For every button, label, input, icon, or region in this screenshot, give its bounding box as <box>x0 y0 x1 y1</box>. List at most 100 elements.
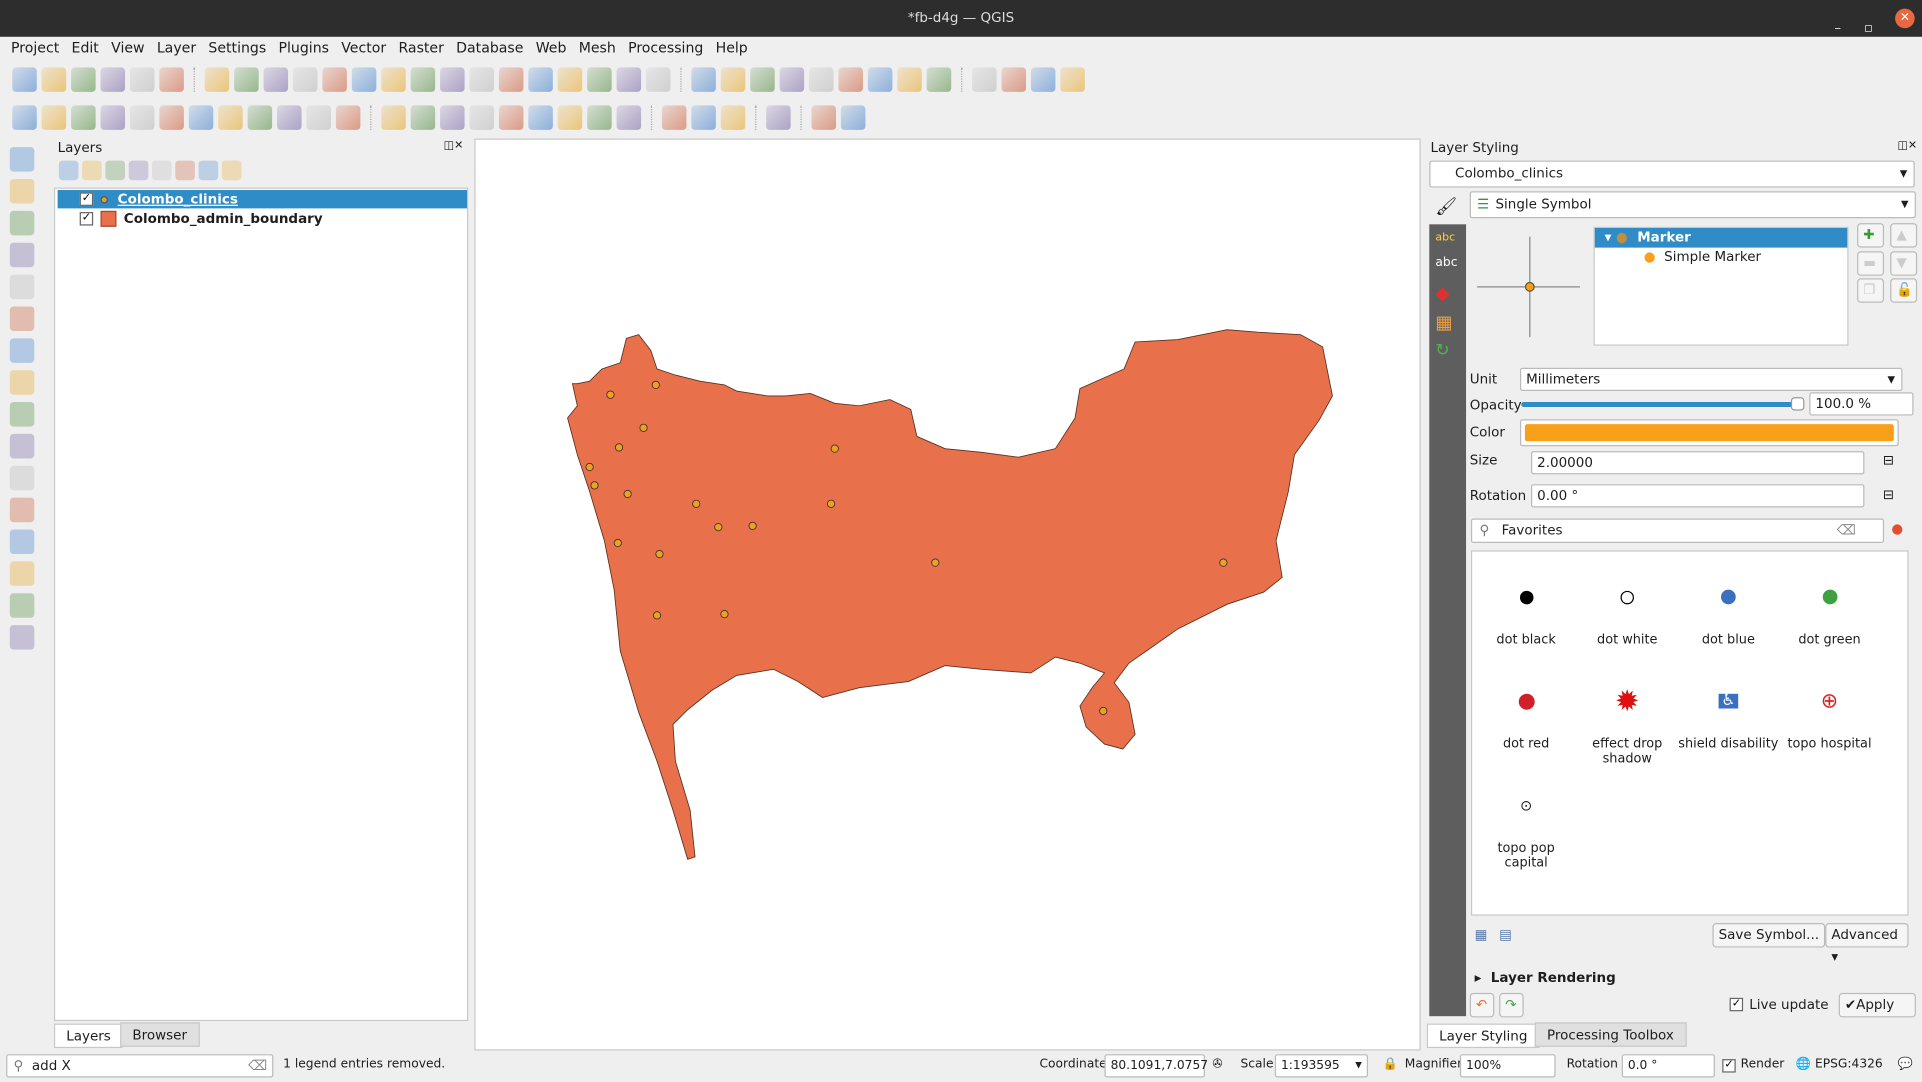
filter-legend-icon[interactable] <box>128 160 149 181</box>
duplicate-button[interactable]: ❐ <box>1857 278 1885 303</box>
map-rotation-input[interactable]: 0.0 ° <box>1621 1054 1715 1078</box>
opacity-slider[interactable] <box>1521 402 1801 407</box>
data-defined-override-icon[interactable]: ⊟ <box>1883 487 1894 503</box>
messages-icon[interactable]: 💬 <box>1898 1057 1913 1074</box>
coordinate-input[interactable]: 80.1091,7.0757 <box>1104 1054 1208 1078</box>
python-console-icon[interactable] <box>691 105 716 130</box>
zoom-in-icon[interactable] <box>263 67 289 92</box>
add-postgis-icon[interactable] <box>9 529 35 555</box>
menu-layer[interactable]: Layer <box>151 37 203 62</box>
georeferencer-icon[interactable] <box>661 105 687 130</box>
menu-help[interactable]: Help <box>709 37 753 62</box>
advanced-button[interactable]: Advanced ▾ <box>1825 923 1909 965</box>
redo-button[interactable]: ↷ <box>1499 992 1524 1018</box>
symbol-item[interactable]: ⊕ topo hospital <box>1779 683 1880 752</box>
save-as-icon[interactable] <box>100 67 126 92</box>
help-icon[interactable] <box>766 105 791 130</box>
remove-symbol-layer-button[interactable]: ▬ <box>1857 251 1885 276</box>
osm-icon[interactable] <box>720 105 746 130</box>
zoom-native-icon[interactable] <box>410 67 436 92</box>
add-wfs-icon[interactable] <box>9 625 35 650</box>
map-tips-icon[interactable] <box>867 67 893 92</box>
size-input[interactable]: 2.00000 <box>1531 451 1865 475</box>
select-features-icon[interactable] <box>972 67 997 92</box>
opacity-input[interactable]: 100.0 % <box>1809 392 1914 416</box>
3d-view-tab-icon[interactable]: ◆ <box>1435 282 1460 304</box>
new-shapefile-icon[interactable] <box>9 210 35 236</box>
menu-edit[interactable]: Edit <box>65 37 105 62</box>
render-checkbox[interactable]: ✓ Render <box>1722 1057 1784 1074</box>
hide-label-icon[interactable] <box>616 105 642 130</box>
add-symbol-layer-button[interactable]: ✚ <box>1857 223 1885 248</box>
layer-item-colombo-clinics[interactable]: ✓ Colombo_clinics <box>57 189 468 209</box>
zoom-out-icon[interactable] <box>292 67 318 92</box>
save-edits-icon[interactable] <box>71 105 96 130</box>
renderer-select[interactable]: ☰ Single Symbol ▼ <box>1469 191 1916 219</box>
add-spatialite-icon[interactable] <box>9 465 35 491</box>
paste-icon[interactable] <box>277 105 302 130</box>
statistics-icon[interactable] <box>750 67 775 92</box>
zoom-to-layer-icon[interactable] <box>381 67 406 92</box>
new-geopackage-icon[interactable] <box>9 178 35 204</box>
new-virtual-layer-icon[interactable] <box>9 274 35 300</box>
panel-close-icon[interactable]: ◫✕ <box>444 140 464 152</box>
tab-layer-styling[interactable]: Layer Styling <box>1426 1023 1540 1049</box>
history-tab-icon[interactable]: ↻ <box>1435 341 1460 361</box>
tab-browser[interactable]: Browser <box>120 1022 200 1047</box>
labels-tab-icon[interactable]: abc <box>1435 232 1460 244</box>
style-icon[interactable] <box>58 160 79 181</box>
data-defined-override-icon[interactable]: ⊟ <box>1883 452 1894 468</box>
pan-to-selection-icon[interactable] <box>234 67 259 92</box>
manage-visibility-icon[interactable] <box>105 160 126 181</box>
close-button[interactable]: ✕ <box>1895 8 1915 29</box>
show-bookmarks-icon[interactable] <box>587 67 612 92</box>
symbol-item[interactable]: dot blue <box>1678 579 1779 647</box>
add-wms-icon[interactable] <box>9 561 35 586</box>
menu-processing[interactable]: Processing <box>622 37 710 62</box>
symbol-item[interactable]: dot black <box>1476 579 1577 647</box>
zoom-full-icon[interactable] <box>322 67 347 92</box>
zoom-next-icon[interactable] <box>469 67 494 92</box>
save-project-icon[interactable] <box>71 67 96 92</box>
settings-icon[interactable] <box>779 67 805 92</box>
refresh-icon[interactable] <box>645 67 671 92</box>
vertex-tool-icon[interactable] <box>129 105 155 130</box>
redo-icon[interactable] <box>335 105 361 130</box>
add-delimited-text-icon[interactable] <box>9 433 35 459</box>
identify-icon[interactable] <box>691 67 716 92</box>
add-group-icon[interactable] <box>82 160 102 181</box>
open-project-icon[interactable] <box>41 67 67 92</box>
add-raster-icon[interactable] <box>9 370 35 395</box>
filter-expression-icon[interactable] <box>151 160 172 181</box>
layer-rendering-section[interactable]: ▸ Layer Rendering <box>1475 970 1616 986</box>
new-bookmark-icon[interactable] <box>557 67 583 92</box>
menu-web[interactable]: Web <box>530 37 573 62</box>
digitize-icon[interactable] <box>100 105 126 130</box>
move-down-button[interactable]: ▼ <box>1890 251 1918 276</box>
sum-icon[interactable] <box>809 67 834 92</box>
panel-close-icon[interactable]: ◫✕ <box>1897 140 1917 152</box>
opacity-slider-handle[interactable] <box>1790 397 1805 411</box>
measure-icon[interactable] <box>838 67 863 92</box>
add-wcs-icon[interactable] <box>9 593 35 618</box>
rotate-icon[interactable] <box>587 105 612 130</box>
list-view-icon[interactable]: ▤ <box>1499 927 1512 943</box>
new-temp-layer-icon[interactable] <box>9 306 35 331</box>
tab-layers[interactable]: Layers <box>53 1023 124 1049</box>
style-manager-icon[interactable]: ● <box>1891 521 1903 537</box>
symbol-item[interactable]: ⊙ topo pop capital <box>1476 787 1577 870</box>
menu-vector[interactable]: Vector <box>335 37 392 62</box>
new-3d-view-icon[interactable] <box>528 67 553 92</box>
toggle-extents-icon[interactable]: ✇ <box>1212 1057 1222 1074</box>
highlight-icon[interactable] <box>557 105 583 130</box>
pan-icon[interactable] <box>204 67 230 92</box>
select-by-value-icon[interactable] <box>1001 67 1026 92</box>
print-layout-icon[interactable] <box>129 67 155 92</box>
quick-search-icon[interactable] <box>811 105 836 130</box>
cut-icon[interactable] <box>218 105 243 130</box>
qgis-check-icon[interactable] <box>840 105 866 130</box>
lock-icon[interactable]: 🔓 <box>1890 278 1918 303</box>
icon-view-icon[interactable]: ▦ <box>1475 927 1488 943</box>
label-tool-icon[interactable] <box>381 105 406 130</box>
move-label-icon[interactable] <box>528 105 553 130</box>
